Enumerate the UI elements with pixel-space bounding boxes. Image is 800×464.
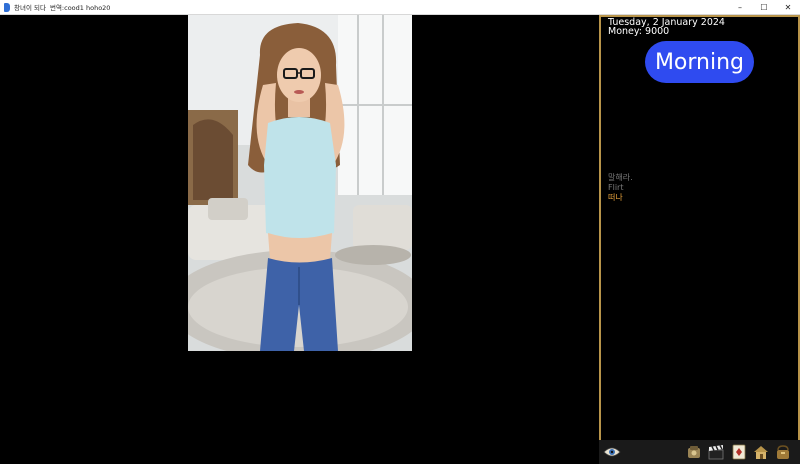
app-icon: [4, 2, 10, 12]
clapper-icon[interactable]: [707, 443, 725, 461]
card-icon[interactable]: [730, 443, 748, 461]
maximize-button[interactable]: ☐: [752, 0, 776, 14]
window-subtitle: 번역:cood1 hoho20: [49, 4, 111, 12]
window-titlebar: 창녀이 되다 번역:cood1 hoho20 – ☐ ✕: [0, 0, 800, 15]
minimize-button[interactable]: –: [728, 0, 752, 14]
window-controls: – ☐ ✕: [728, 0, 800, 14]
menu-option-leave[interactable]: 떠나: [608, 193, 633, 203]
eye-icon[interactable]: [603, 443, 621, 461]
scene-illustration: [188, 15, 412, 351]
house-icon[interactable]: [752, 443, 770, 461]
menu-option-flirt[interactable]: Flirt: [608, 183, 633, 193]
phone-icon[interactable]: [685, 443, 703, 461]
bottom-toolbar: [599, 440, 800, 464]
game-viewport: Tuesday, 2 January 2024 Money: 9000 Morn…: [0, 15, 800, 464]
action-menu: 말해라. Flirt 떠나: [608, 173, 633, 203]
bag-icon[interactable]: [774, 443, 792, 461]
money-label: Money: 9000: [608, 26, 670, 37]
window-title: 창녀이 되다: [14, 4, 46, 12]
time-of-day-badge: Morning: [645, 41, 754, 83]
character-scene-image: [188, 15, 412, 351]
status-panel: Tuesday, 2 January 2024 Money: 9000 Morn…: [599, 15, 800, 442]
menu-option-talk[interactable]: 말해라.: [608, 173, 633, 183]
close-button[interactable]: ✕: [776, 0, 800, 14]
